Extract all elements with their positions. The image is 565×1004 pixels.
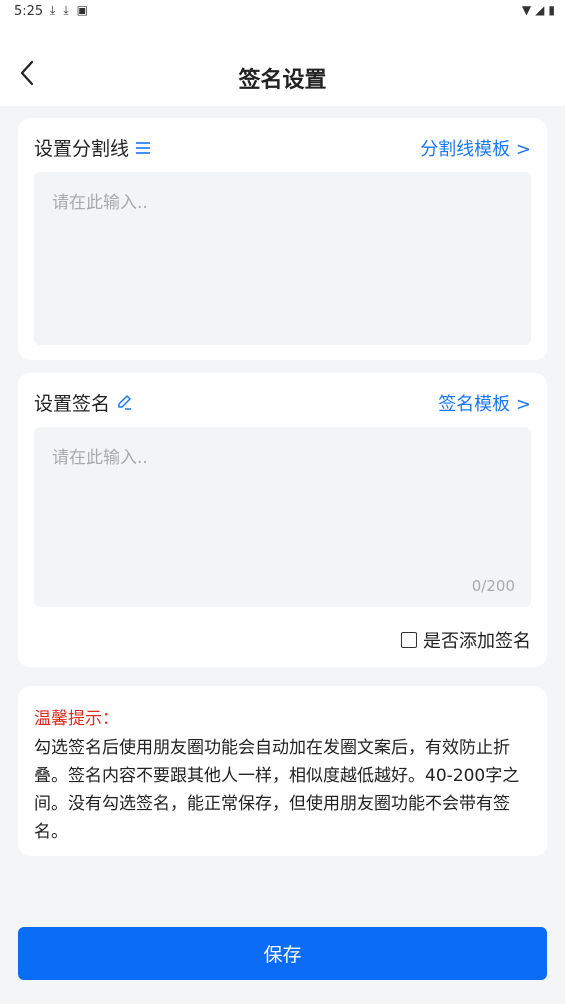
status-bar: 5:25 ⤓ ⤓ ▣ ▼ ◢ ▮	[0, 0, 565, 24]
download-icon: ⤓	[63, 3, 69, 17]
save-button[interactable]: 保存	[18, 927, 547, 980]
download-icon: ⤓	[50, 3, 56, 17]
checkbox-icon[interactable]	[401, 632, 417, 648]
wifi-icon: ▼	[521, 3, 532, 17]
divider-label: 设置分割线	[34, 138, 130, 160]
signature-label: 设置签名	[34, 393, 111, 415]
signature-template-link[interactable]: 签名模板 >	[438, 390, 531, 416]
divider-card: 设置分割线 分割线模板 >	[18, 118, 547, 360]
pencil-icon	[118, 395, 132, 410]
signature-label-group: 设置签名	[34, 389, 133, 416]
status-time: 5:25	[14, 4, 44, 19]
add-signature-checkbox[interactable]: 是否添加签名	[401, 627, 531, 653]
tips-title: 温馨提示：	[34, 709, 119, 729]
divider-template-link[interactable]: 分割线模板 >	[420, 135, 531, 161]
page-title: 签名设置	[238, 68, 327, 93]
list-icon	[136, 141, 151, 154]
status-system-icons: ▼ ◢ ▮	[522, 3, 555, 17]
divider-label-group: 设置分割线	[34, 134, 151, 161]
tips-text: 勾选签名后使用朋友圈功能会自动加在发圈文案后，有效防止折叠。签名内容不要跟其他人…	[34, 738, 520, 842]
signature-input[interactable]	[34, 427, 531, 607]
status-notifications: ⤓ ⤓ ▣	[50, 3, 88, 18]
app-header: 签名设置	[0, 24, 565, 106]
signature-card: 设置签名 签名模板 > 0/200 是否添加签名	[18, 373, 547, 667]
battery-icon: ▮	[548, 3, 555, 17]
signal-icon: ◢	[535, 3, 545, 17]
add-signature-label: 是否添加签名	[423, 631, 531, 652]
tips-card: 温馨提示： 勾选签名后使用朋友圈功能会自动加在发圈文案后，有效防止折叠。签名内容…	[18, 686, 547, 856]
signature-char-counter: 0/200	[471, 577, 515, 595]
divider-input[interactable]	[34, 172, 531, 345]
notification-icon: ▣	[76, 3, 88, 17]
